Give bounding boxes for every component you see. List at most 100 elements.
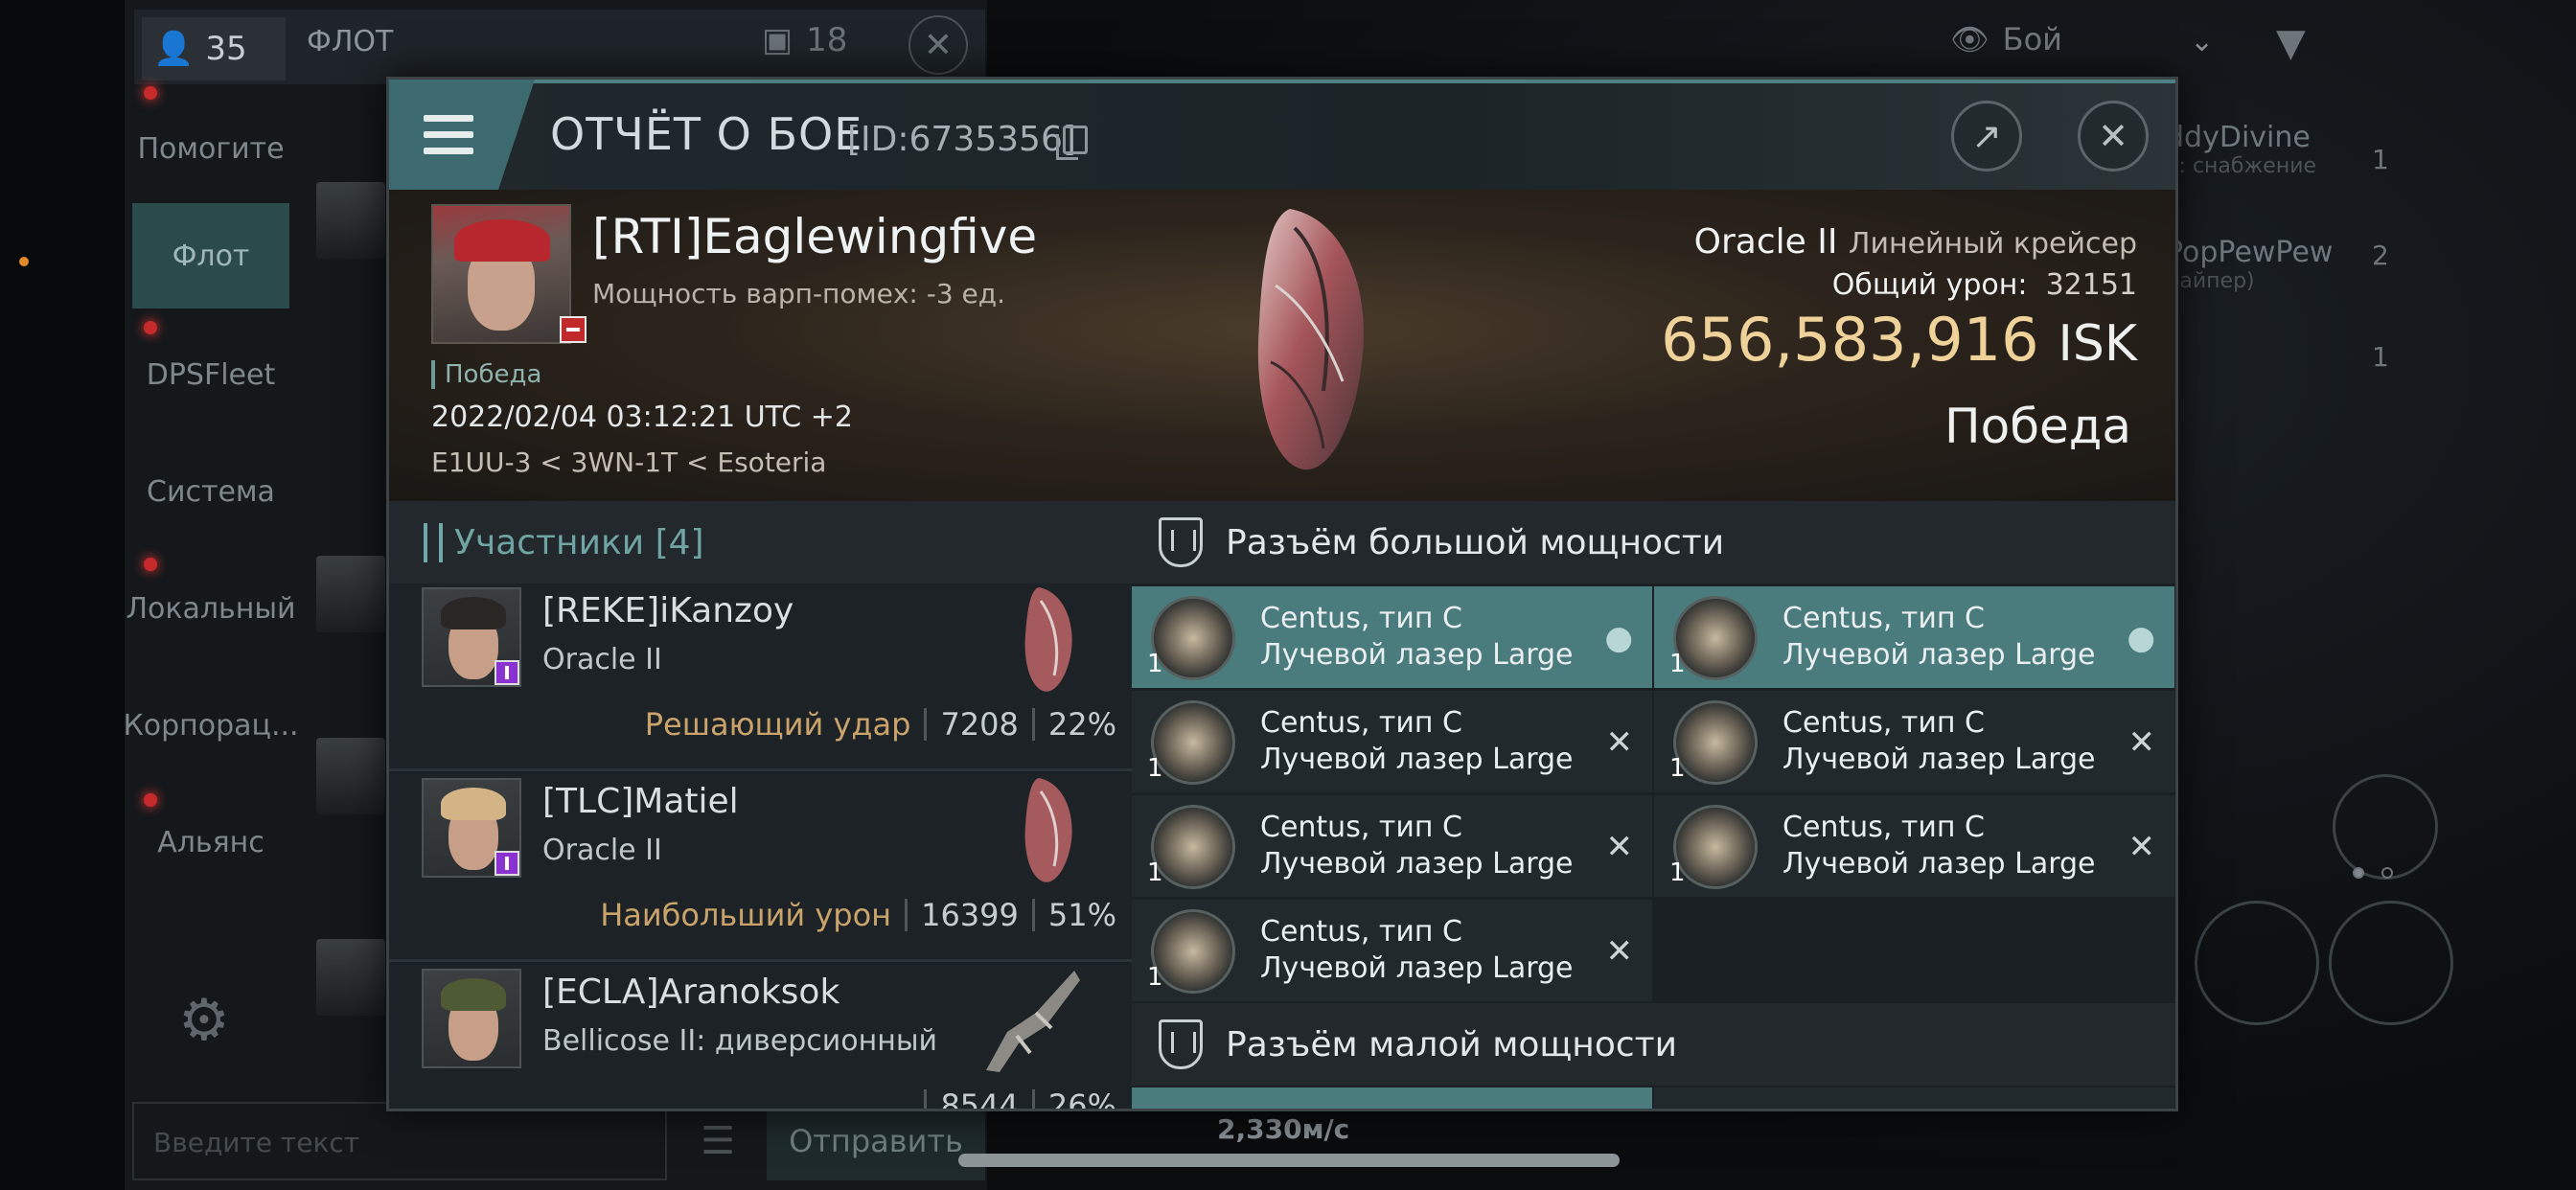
module-item-partial[interactable] xyxy=(1654,1087,2174,1109)
module-name: Centus, тип C xyxy=(1782,602,1985,635)
close-icon: ✕ xyxy=(2098,115,2128,157)
module-item[interactable]: 1 Centus, тип C Лучевой лазер Large ✕ xyxy=(1654,795,2174,897)
ship-thumbnail xyxy=(1024,587,1072,692)
player-count: 1 xyxy=(2372,341,2389,373)
participant-damage: 16399 xyxy=(921,897,1019,933)
module-item-partial[interactable] xyxy=(1132,1087,1652,1109)
hamburger-icon xyxy=(424,115,473,154)
participants-label: Участники xyxy=(439,522,645,562)
module-button[interactable] xyxy=(2329,901,2453,1025)
participants-panel: Участники [4] [REKE]iKanzoy Oracle II Ре… xyxy=(389,501,1132,1111)
player-count: 2 xyxy=(2372,240,2389,271)
ship-thumbnail xyxy=(986,971,1080,1072)
chat-close-button[interactable]: ✕ xyxy=(908,15,968,75)
participant-ship: Oracle II xyxy=(542,643,662,676)
module-button[interactable] xyxy=(2195,901,2319,1025)
participant-avatar xyxy=(422,969,521,1068)
participant-percent: 51% xyxy=(1047,897,1116,933)
menu-button[interactable] xyxy=(389,80,535,190)
send-button[interactable]: Отправить xyxy=(767,1102,985,1180)
participant-percent: 26% xyxy=(1047,1087,1116,1111)
participant-stats: Наибольший урон 16399 51% xyxy=(600,897,1116,933)
share-button[interactable]: ↗ xyxy=(1951,101,2022,172)
player-name: ddyDivine xyxy=(2166,121,2311,154)
low-slot-title: Разъём малой мощности xyxy=(1226,1024,1678,1064)
person-icon: 👤 xyxy=(153,30,195,68)
notification-dot xyxy=(19,257,29,266)
laser-module-icon xyxy=(1151,596,1235,680)
player-count: 1 xyxy=(2372,144,2389,175)
participant-role: Наибольший урон xyxy=(600,897,892,933)
online-count[interactable]: ▣ 18 xyxy=(762,21,847,59)
overview-player[interactable]: PopPewPew найпер) xyxy=(2166,236,2333,293)
chat-menu-button[interactable]: ☰ xyxy=(675,1102,761,1180)
participant-damage: 8544 xyxy=(940,1087,1019,1111)
member-count-value: 35 xyxy=(205,30,247,68)
module-item[interactable]: 1 Centus, тип C Лучевой лазер Large ● xyxy=(1132,586,1652,688)
channel-dpsfleet[interactable]: DPSFleet xyxy=(132,322,289,427)
module-type: Лучевой лазер Large xyxy=(1260,951,1574,985)
home-indicator xyxy=(958,1154,1620,1167)
unread-dot xyxy=(144,321,157,334)
participant-stats: 8544 26% xyxy=(924,1087,1116,1111)
module-type: Лучевой лазер Large xyxy=(1260,638,1574,672)
filter-icon[interactable]: ▼ xyxy=(2276,21,2306,65)
channel-local[interactable]: Локальный xyxy=(126,556,295,661)
laser-module-icon xyxy=(1151,909,1235,994)
copy-icon[interactable] xyxy=(1056,126,1088,160)
participant-ship: Bellicose II: диверсионный xyxy=(542,1024,938,1058)
module-item[interactable]: 1 Centus, тип C Лучевой лазер Large ✕ xyxy=(1132,900,1652,1001)
warp-disruption: Мощность варп-помех: -3 ед. xyxy=(592,278,1006,309)
result-title: Победа xyxy=(1944,399,2131,454)
view-mode-selector[interactable]: 👁 Бой xyxy=(1950,21,2062,57)
report-id: [ID:6735356] xyxy=(847,120,1076,159)
security-badge xyxy=(494,851,519,876)
victim-avatar[interactable] xyxy=(431,204,571,344)
gear-icon[interactable]: ⚙ xyxy=(178,987,230,1054)
chat-avatar xyxy=(316,738,385,814)
module-item[interactable]: 1 Centus, тип C Лучевой лазер Large ● xyxy=(1654,586,2174,688)
channel-corp[interactable]: Корпорац... xyxy=(123,673,298,778)
module-item[interactable]: 1 Centus, тип C Лучевой лазер Large ✕ xyxy=(1132,795,1652,897)
cross-icon: ✕ xyxy=(1605,723,1634,762)
module-type: Лучевой лазер Large xyxy=(1782,847,2096,881)
modules-panel: Разъём большой мощности 1 Centus, тип C … xyxy=(1132,501,2175,1109)
module-quantity: 1 xyxy=(1669,754,1686,783)
swap-button[interactable] xyxy=(2333,774,2438,880)
channel-help[interactable]: Помогите xyxy=(132,96,289,201)
victim-banner: [RTI]Eaglewingfive Мощность варп-помех: … xyxy=(389,190,2175,501)
participant-name: [TLC]Matiel xyxy=(542,782,739,821)
standing-badge xyxy=(560,316,586,343)
module-name: Centus, тип C xyxy=(1260,706,1462,740)
total-damage-label: Общий урон: xyxy=(1831,268,2028,302)
module-item[interactable]: 1 Centus, тип C Лучевой лазер Large ✕ xyxy=(1654,691,2174,792)
header-accent xyxy=(389,80,2175,83)
participants-count: [4] xyxy=(655,522,704,562)
close-button[interactable]: ✕ xyxy=(2078,101,2149,172)
module-type: Лучевой лазер Large xyxy=(1782,638,2096,672)
participant-row[interactable]: [TLC]Matiel Oracle II Наибольший урон 16… xyxy=(389,774,1132,962)
total-damage: Общий урон: 32151 xyxy=(1832,268,2137,302)
victim-name[interactable]: [RTI]Eaglewingfive xyxy=(592,209,1037,264)
chat-message-input[interactable]: Введите текст xyxy=(132,1102,667,1180)
channel-alliance[interactable]: Альянс xyxy=(132,790,289,895)
participant-role: Решающий удар xyxy=(644,706,911,743)
channel-fleet[interactable]: Флот xyxy=(132,203,289,309)
module-name: Centus, тип C xyxy=(1782,706,1985,740)
overview-player[interactable]: ddyDivine е: снабжение xyxy=(2166,121,2316,178)
module-quantity: 1 xyxy=(1147,963,1163,992)
member-count[interactable]: 👤 35 xyxy=(142,17,286,80)
chevron-down-icon[interactable]: ⌄ xyxy=(2190,25,2214,58)
unread-dot xyxy=(144,793,157,807)
module-type: Лучевой лазер Large xyxy=(1782,743,2096,776)
eye-icon: 👁 xyxy=(1950,21,1990,57)
participant-row[interactable]: [ECLA]Aranoksok Bellicose II: диверсионн… xyxy=(389,965,1132,1111)
module-item[interactable]: 1 Centus, тип C Лучевой лазер Large ✕ xyxy=(1132,691,1652,792)
participant-name: [REKE]iKanzoy xyxy=(542,591,794,630)
security-badge xyxy=(494,660,519,685)
person-icon: ● xyxy=(2127,619,2155,657)
module-name: Centus, тип C xyxy=(1782,811,1985,844)
channel-system[interactable]: Система xyxy=(132,439,289,544)
participant-row[interactable]: [REKE]iKanzoy Oracle II Решающий удар 72… xyxy=(389,584,1132,771)
chat-avatar xyxy=(316,182,385,259)
